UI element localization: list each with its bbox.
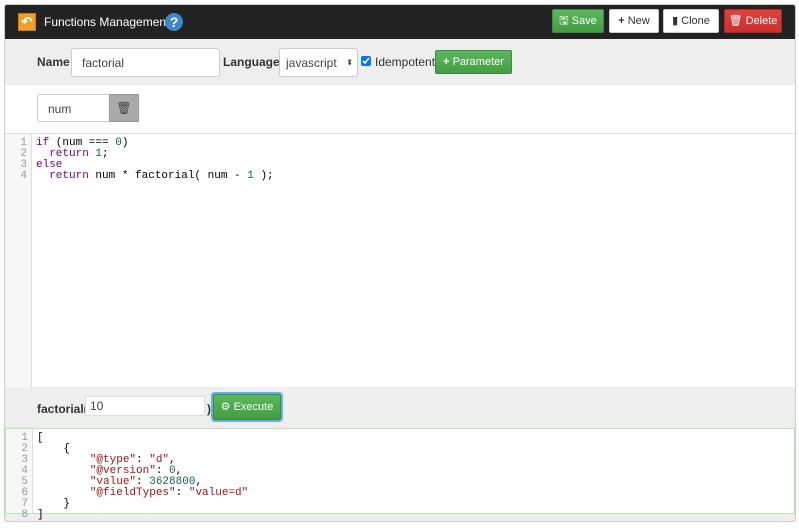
gear-icon: ⚙ [220,401,234,413]
result-editor[interactable]: 1[2 {3 "@type": "d", 4 "@version": 0, 5 "v… [5,428,795,521]
idempotent-checkbox[interactable] [361,56,371,66]
code-token: ] [37,509,44,521]
execute-row: factorial( 10 ) ⚙ Execute [5,387,795,428]
function-form: Name factorial Language javascript ⬍ Idem… [5,39,795,85]
delete-button[interactable]: 🗑 Delete [724,9,782,33]
idempotent-label: Idempotent [375,55,436,69]
file-icon: ▮ [672,15,682,27]
new-button[interactable]: + New [609,9,659,33]
code-token: "value=d" [188,487,249,499]
code-token: return [49,170,89,182]
execute-button[interactable]: ⚙ Execute [213,394,281,420]
trash-icon: 🗑 [116,101,132,115]
plus-icon: + [618,15,628,27]
clone-button[interactable]: ▮ Clone [663,9,719,33]
code-token: : [175,487,189,499]
code-token: "@fieldTypes" [89,487,176,499]
save-icon: 🖫 [559,15,572,27]
line-number: 4 [20,170,27,182]
trash-icon: 🗑 [728,15,746,27]
name-input[interactable]: factorial [71,48,220,77]
header-bar: ↶ Functions Management ? 🖫 Save + New ▮ … [5,5,795,39]
language-label: Language [223,55,280,69]
parameter-input[interactable]: num [37,94,111,122]
code-token: 1 [247,170,254,182]
remove-parameter-button[interactable]: 🗑 [109,94,139,122]
code-token: 0 [115,137,122,149]
function-call-suffix: ) [207,402,211,416]
code-token: num * factorial( num - [88,170,248,182]
name-label: Name [37,55,70,69]
page-title: Functions Management [44,15,170,29]
functions-window: ↶ Functions Management ? 🖫 Save + New ▮ … [4,4,796,522]
code-editor[interactable]: 1 if (num === 0) 2 return 1; 3 else 4 return … [5,133,795,387]
save-button[interactable]: 🖫 Save [552,9,604,33]
parameters-row: num 🗑 [5,85,795,133]
argument-input[interactable]: 10 [85,396,205,416]
function-call-prefix: factorial( [37,402,88,416]
select-arrows-icon: ⬍ [346,58,353,67]
line-number: 8 [21,509,28,521]
undo-arrow-icon[interactable]: ↶ [18,13,36,31]
code-token: ); [253,170,274,182]
code-line: ] [37,510,44,521]
code-line: return num * factorial( num - 1 ); [36,170,274,182]
code-token: ) [121,137,129,149]
language-select[interactable]: javascript ⬍ [279,48,358,77]
add-parameter-button[interactable]: + Parameter [435,50,512,74]
code-token: ; [102,148,109,160]
help-icon[interactable]: ? [165,13,183,31]
plus-icon: + [443,56,453,68]
